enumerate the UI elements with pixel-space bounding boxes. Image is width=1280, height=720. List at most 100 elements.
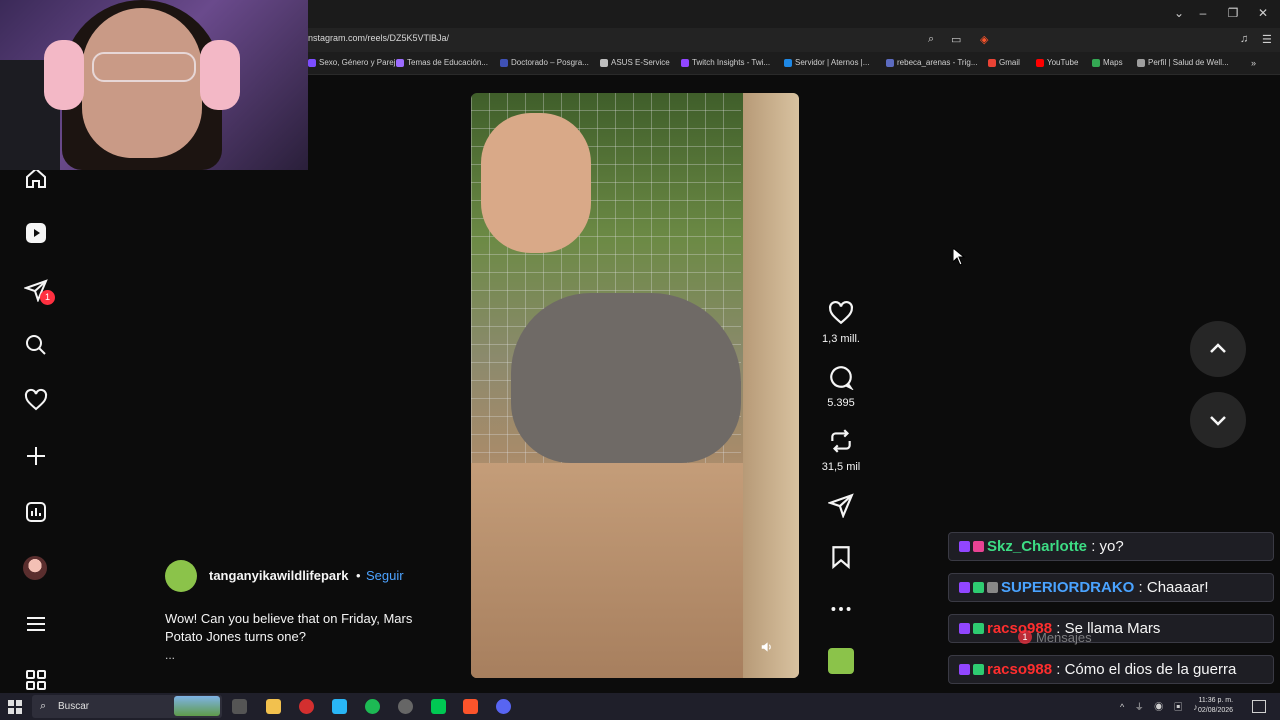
app-icon-green[interactable] (431, 699, 446, 714)
bookmark-favicon-icon (784, 58, 792, 67)
taskbar-clock[interactable]: 11:36 p. m. 02/08/2026 (1198, 696, 1233, 716)
bookmark-favicon-icon (988, 58, 996, 67)
search-highlight-image[interactable] (174, 696, 220, 716)
bookmark-item[interactable]: YouTube (1036, 58, 1078, 67)
audio-icon[interactable] (760, 640, 776, 656)
profile-avatar[interactable] (23, 556, 47, 580)
search-icon[interactable] (22, 331, 50, 359)
insights-icon[interactable] (22, 498, 50, 526)
bookmark-favicon-icon (500, 58, 508, 67)
chat-text: : Cómo el dios de la guerra (1052, 661, 1237, 678)
next-reel-button[interactable] (1190, 392, 1246, 448)
repost-icon[interactable] (828, 428, 854, 454)
chat-text: : yo? (1087, 538, 1124, 555)
bookmark-favicon-icon (396, 58, 404, 67)
post-caption: Wow! Can you believe that on Friday, Mar… (165, 611, 413, 644)
bookmark-icon[interactable] (828, 544, 854, 570)
system-tray-icons[interactable]: ^ ⏚ ◉ ▣ ♪ (1120, 700, 1202, 713)
share-action[interactable] (818, 492, 864, 523)
repost-action[interactable]: 31,5 mil (818, 428, 864, 473)
like-action[interactable]: 1,3 mill. (818, 300, 864, 345)
audio-track-thumbnail[interactable] (828, 648, 854, 674)
bookmark-item[interactable]: Sexo, Género y Parej... (308, 58, 402, 67)
chat-badge-icon (959, 541, 970, 552)
webcam-overlay (0, 0, 308, 170)
clock-time: 11:36 p. m. (1198, 697, 1234, 704)
taskbar-search-text[interactable]: Buscar (58, 701, 89, 712)
bookmark-item[interactable]: Doctorado – Posgra... (500, 58, 589, 67)
bookmark-item[interactable]: rebeca_arenas - Trig... (886, 58, 977, 67)
bookmark-label: Temas de Educación... (407, 58, 488, 67)
chat-badge-icon (987, 582, 998, 593)
like-icon[interactable] (828, 300, 854, 326)
chevron-up-icon (1210, 343, 1226, 353)
cast-icon[interactable]: ▭ (951, 33, 961, 46)
minimize-icon[interactable]: – (1192, 6, 1214, 20)
chevron-down-icon (1210, 416, 1226, 426)
chat-badge-icon (959, 664, 970, 675)
reel-video[interactable] (471, 93, 799, 678)
bookmark-item[interactable]: Servidor | Aternos |... (784, 58, 869, 67)
share-icon[interactable] (826, 492, 854, 519)
bookmark-label: Sexo, Género y Parej... (319, 58, 403, 67)
notification-center-icon[interactable] (1252, 700, 1266, 713)
more-bookmarks-icon[interactable]: » (1251, 58, 1256, 68)
bookmark-favicon-icon (1092, 58, 1100, 67)
music-icon[interactable]: ♫ (1240, 33, 1248, 45)
brave-icon[interactable] (463, 699, 478, 714)
save-action[interactable] (818, 544, 864, 575)
heart-icon[interactable] (22, 386, 50, 414)
more-options-icon[interactable] (818, 596, 864, 627)
bookmark-item[interactable]: Temas de Educación... (396, 58, 488, 67)
notification-badge: 1 (40, 290, 55, 305)
chat-message: racso988 : Cómo el dios de la guerra (948, 655, 1274, 684)
apps-icon[interactable] (22, 666, 50, 694)
previous-reel-button[interactable] (1190, 321, 1246, 377)
windows-start-icon[interactable] (8, 700, 22, 719)
messages-overlay[interactable]: 1 Mensajes (1018, 626, 1198, 648)
post-author-avatar[interactable] (165, 560, 197, 592)
obs-icon[interactable] (398, 699, 413, 714)
comment-icon[interactable] (828, 364, 854, 391)
more-menu-icon[interactable] (22, 610, 50, 638)
chat-username: SUPERIORDRAKO (1001, 579, 1135, 596)
caption-more[interactable]: ... (165, 648, 175, 662)
bookmark-favicon-icon (1036, 58, 1044, 67)
close-icon[interactable]: ✕ (1252, 6, 1274, 20)
maximize-icon[interactable]: ❐ (1222, 6, 1244, 20)
create-icon[interactable] (22, 442, 50, 470)
tabs-dropdown-icon[interactable]: ⌄ (1168, 6, 1190, 20)
discord-icon[interactable] (496, 699, 511, 714)
bookmark-label: Servidor | Aternos |... (795, 58, 870, 67)
menu-icon[interactable]: ☰ (1262, 33, 1272, 46)
reels-icon[interactable] (22, 219, 50, 247)
bookmark-item[interactable]: Maps (1092, 58, 1123, 67)
bookmark-label: Gmail (999, 58, 1020, 67)
app-icon-blue[interactable] (332, 699, 347, 714)
comment-action[interactable]: 5.395 (818, 364, 864, 409)
bookmark-item[interactable]: Gmail (988, 58, 1020, 67)
bookmark-item[interactable]: Twitch Insights - Twi... (681, 58, 770, 67)
spotify-icon[interactable] (365, 699, 380, 714)
bookmark-label: rebeca_arenas - Trig... (897, 58, 978, 67)
chat-message: Skz_Charlotte : yo? (948, 532, 1274, 561)
task-view-icon[interactable] (232, 699, 247, 714)
like-count: 1,3 mill. (822, 333, 860, 345)
bookmark-item[interactable]: Perfil | Salud de Well... (1137, 58, 1229, 67)
bookmark-item[interactable]: ASUS E-Service (600, 58, 670, 67)
chat-username: Skz_Charlotte (987, 538, 1088, 555)
bookmark-label: Perfil | Salud de Well... (1148, 58, 1229, 67)
messages-label: Mensajes (1036, 629, 1092, 645)
brave-shield-icon[interactable]: ◈ (980, 33, 988, 46)
separator-dot: • (356, 568, 361, 583)
post-author-username[interactable]: tanganyikawildlifepark (209, 568, 348, 583)
url-text[interactable]: nstagram.com/reels/DZ5K5VTlBJa/ (308, 33, 449, 43)
file-explorer-icon[interactable] (266, 699, 281, 714)
app-icon-red[interactable] (299, 699, 314, 714)
mouse-cursor-icon (953, 248, 965, 266)
chat-badge-icon (959, 623, 970, 634)
zoom-icon[interactable]: ⌕ (928, 33, 934, 46)
repost-count: 31,5 mil (821, 461, 861, 473)
chat-username: racso988 (987, 661, 1053, 678)
follow-button[interactable]: Seguir (366, 568, 404, 583)
